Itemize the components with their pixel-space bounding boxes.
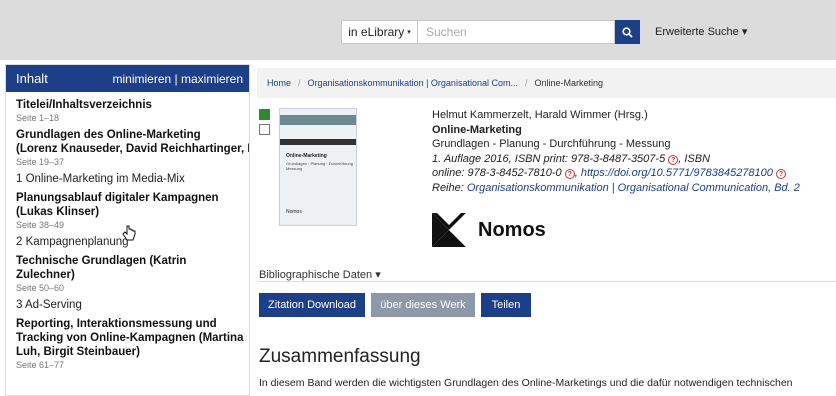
search-scope-select[interactable]: in eLibrary ▾ <box>341 20 418 44</box>
divider <box>257 281 836 282</box>
toc-item-title: Planungsablauf digitaler Kampagnen <box>16 192 219 204</box>
book-subtitle: Grundlagen - Planung - Durchführung - Me… <box>432 138 671 150</box>
doi-info-icon[interactable]: ? <box>564 169 575 179</box>
breadcrumb: Home / Organisationskommunikation | Orga… <box>257 68 836 98</box>
cover-band-dark <box>280 139 356 145</box>
toc-header: Inhalt minimieren | maximieren <box>6 65 249 92</box>
toc-item-pages: Seite 50–60 <box>16 283 65 293</box>
series-link[interactable]: Organisationskommunikation | Organisatio… <box>467 182 800 194</box>
book-title: Online-Marketing <box>432 123 522 136</box>
publisher-logo: Nomos <box>432 213 546 247</box>
chevron-down-icon: ▾ <box>375 269 381 281</box>
nomos-logo-icon <box>432 213 466 247</box>
doi-info-icon[interactable]: ? <box>775 169 786 179</box>
toc-item-pages: Seite 19–37 <box>16 157 65 167</box>
advanced-search-link[interactable]: Erweiterte Suche ▾ <box>655 25 747 38</box>
toc-item[interactable]: Titelei/Inhaltsverzeichnis Seite 1–18 <box>16 98 249 124</box>
select-checkbox[interactable] <box>259 124 270 135</box>
cover-band <box>280 115 356 125</box>
bibliographic-data-label: Bibliographische Daten <box>259 269 373 281</box>
breadcrumb-separator: / <box>298 78 301 88</box>
about-work-button[interactable]: über dieses Werk <box>371 293 475 317</box>
toc-item-authors: Zulechner) <box>16 269 75 281</box>
toc-item-title: Reporting, Interaktionsmessung und <box>16 318 217 330</box>
book-edition: 1. Auflage 2016, ISBN print: 978-3-8487-… <box>432 152 800 167</box>
bibliographic-data-toggle[interactable]: Bibliographische Daten ▾ <box>259 268 381 281</box>
citation-download-button[interactable]: Zitation Download <box>259 293 365 317</box>
caret-down-icon: ▾ <box>407 29 411 36</box>
toc-sidebar: Inhalt minimieren | maximieren Titelei/I… <box>5 64 250 396</box>
breadcrumb-current: Online-Marketing <box>534 78 604 88</box>
print-isbn: 1. Auflage 2016, ISBN print: 978-3-8487-… <box>432 152 666 165</box>
search-scope-label: in eLibrary <box>348 25 405 39</box>
toc-item[interactable]: Technische Grundlagen (Katrin Zulechner)… <box>16 254 249 294</box>
toc-item-title-cont: Tracking von Online-Kampagnen (Martina <box>16 332 244 344</box>
doi-info-icon[interactable]: ? <box>668 154 679 165</box>
search-group: in eLibrary ▾ Suchen <box>341 20 615 44</box>
advanced-search-label: Erweiterte Suche <box>655 26 739 38</box>
cover-title: Online-Marketing <box>286 153 327 159</box>
book-online: online: 978-3-8452-7810-0 ?, https://doi… <box>432 166 800 181</box>
search-icon <box>622 26 633 38</box>
toc-item-pages: Seite 1–18 <box>16 113 60 123</box>
toc-item-authors: (Lorenz Knauseder, David Reichhartinger,… <box>16 143 250 155</box>
toc-title: Inhalt <box>16 71 48 86</box>
hand-cursor-icon <box>122 225 136 241</box>
search-button[interactable] <box>615 20 640 44</box>
toc-section: 1 Online-Marketing im Media-Mix <box>16 173 185 185</box>
book-authors: Helmut Kammerzelt, Harald Wimmer (Hrsg.) <box>432 109 648 121</box>
book-series: Reihe: Organisationskommunikation | Orga… <box>432 181 800 196</box>
chevron-down-icon: ▾ <box>741 26 748 38</box>
toc-item-pages: Seite 61–77 <box>16 360 65 370</box>
summary-text: In diesem Band werden die wichtigsten Gr… <box>259 377 793 389</box>
summary-heading: Zusammenfassung <box>259 346 421 367</box>
book-cover[interactable]: Online-Marketing Grundlagen · Planung · … <box>279 108 357 226</box>
publisher-name: Nomos <box>478 218 546 241</box>
toc-item-authors: Luh, Birgit Steinbauer) <box>16 346 140 358</box>
toc-item[interactable]: Reporting, Interaktionsmessung und Track… <box>16 317 249 371</box>
book-metadata: Helmut Kammerzelt, Harald Wimmer (Hrsg.)… <box>432 108 800 195</box>
isbn-suffix: , ISBN <box>678 152 711 165</box>
selected-checkbox[interactable] <box>259 109 270 120</box>
cover-subtitle: Grundlagen · Planung · Durchführung · Me… <box>286 161 356 171</box>
toc-item-title: Titelei/Inhaltsverzeichnis <box>16 99 152 111</box>
doi-link[interactable]: https://doi.org/10.5771/9783845278100 <box>581 167 773 179</box>
breadcrumb-home[interactable]: Home <box>267 78 291 88</box>
toc-item-title: Grundlagen des Online-Marketing <box>16 129 201 141</box>
toc-item-title: Technische Grundlagen (Katrin <box>16 255 187 267</box>
cover-publisher: Nomos <box>286 209 302 215</box>
online-isbn: online: 978-3-8452-7810-0 <box>432 167 562 179</box>
search-input[interactable]: Suchen <box>418 20 615 44</box>
toc-section: 3 Ad-Serving <box>16 299 82 311</box>
toc-item[interactable]: Grundlagen des Online-Marketing (Lorenz … <box>16 128 249 168</box>
toc-resize-controls[interactable]: minimieren | maximieren <box>113 72 243 86</box>
breadcrumb-series[interactable]: Organisationskommunikation | Organisatio… <box>308 78 518 88</box>
series-prefix: Reihe: <box>432 181 467 194</box>
toc-item-authors: (Lukas Klinser) <box>16 206 100 218</box>
breadcrumb-separator: / <box>524 78 528 88</box>
share-button[interactable]: Teilen <box>481 293 531 317</box>
